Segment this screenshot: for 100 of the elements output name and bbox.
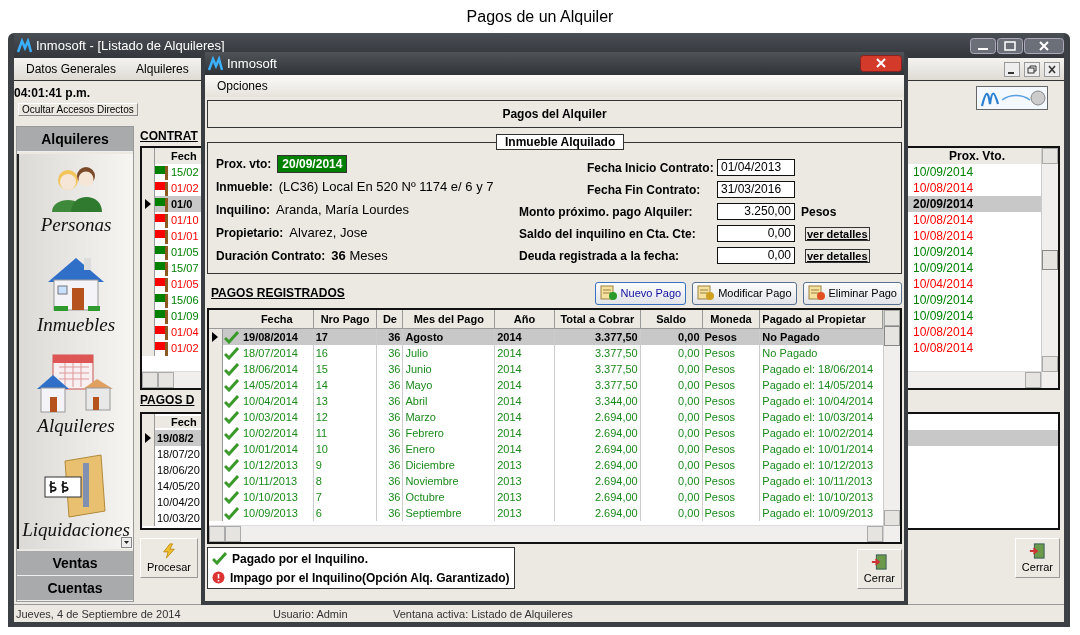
table-cell: 0,00: [640, 457, 703, 473]
field-value: Aranda, María Lourdes: [276, 202, 409, 217]
table-cell-text: Pagado el: 18/06/2014: [761, 362, 875, 377]
table-cell: 36: [377, 329, 404, 345]
table-cell: 0,00: [640, 489, 703, 505]
table-cell-text: 01/02: [170, 342, 200, 354]
field-label: Prox. vto:: [216, 156, 272, 171]
table-cell: 10/03/2014: [240, 409, 314, 425]
table-cell: 0,00: [640, 377, 703, 393]
status-text: Ventana activa: Listado de Alquileres: [393, 607, 573, 620]
table-cell: Pesos: [702, 345, 761, 361]
table-cell-text: Pagado el: 10/01/2014: [761, 442, 875, 457]
table-cell: Pesos: [702, 457, 761, 473]
table-cell: 2014: [495, 425, 555, 441]
table-cell: Pesos: [702, 441, 761, 457]
table-cell: 2.694,00: [554, 473, 641, 489]
table-cell-text: Pagado el: 10/10/2013: [761, 490, 875, 505]
table-cell: 2013: [495, 473, 555, 489]
field-value: 36 Meses: [331, 248, 388, 263]
value-field: 0,00: [717, 225, 795, 242]
field-label: Fecha Inicio Contrato:: [586, 160, 715, 175]
table-cell: 36: [377, 425, 404, 441]
table-cell-text: 10/04/20: [156, 496, 201, 508]
table-cell: Mayo: [403, 377, 496, 393]
table-cell: 15: [313, 361, 378, 377]
table-cell: Pesos: [702, 393, 761, 409]
table-cell: 2013: [495, 489, 555, 505]
table-cell-text: Pagado el: 10/04/2014: [761, 394, 875, 409]
legend-label: Pagado por el Inquilino.: [232, 551, 368, 566]
table-cell: 0,00: [640, 505, 703, 521]
table-cell: 3.377,50: [554, 345, 641, 361]
value-field: 0,00: [717, 247, 795, 264]
table-cell-text: 01/09: [170, 310, 200, 322]
table-cell: 10/12/2013: [240, 457, 314, 473]
table-cell-text: 14/05/20: [156, 480, 201, 492]
section-title: PAGOS REGISTRADOS: [211, 285, 345, 302]
window-title: Inmosoft: [227, 56, 277, 71]
table-cell: Pesos: [702, 409, 761, 425]
status-text: Usuario: Admin: [273, 607, 349, 620]
table-cell: 36: [377, 473, 404, 489]
table-cell: Pesos: [702, 473, 761, 489]
field-label: Monto próximo. pago Alquiler:: [519, 204, 694, 219]
table-cell: Noviembre: [403, 473, 496, 489]
table-cell: 10/01/2014: [240, 441, 314, 457]
legend-label: Impago por el Inquilino(Opción Alq. Garantizado): [230, 570, 510, 585]
table-cell: 18/07/2014: [240, 345, 314, 361]
table-cell-text: 19/08/2: [156, 432, 195, 444]
field-value: (LC36) Local En 520 Nº 1174 e/ 6 y 7: [278, 179, 494, 194]
table-cell-text: No Pagado: [761, 330, 821, 345]
table-cell-text: 01/0: [170, 198, 194, 210]
table-cell: 10/09/2013: [240, 505, 314, 521]
table-cell: 2.694,00: [554, 505, 641, 521]
value-field: 3.250,00: [717, 203, 795, 220]
table-cell: 2014: [495, 393, 555, 409]
table-cell-text: No Pagado: [761, 346, 819, 361]
table-cell-text: 10/03/20: [156, 512, 201, 524]
table-cell: 36: [377, 409, 404, 425]
table-cell: 7: [313, 489, 378, 505]
field-label: Inquilino:: [216, 202, 270, 217]
table-cell: Pesos: [702, 361, 761, 377]
table-cell: Pesos: [702, 489, 761, 505]
table-cell: 2.694,00: [554, 489, 641, 505]
table-cell: Febrero: [403, 425, 496, 441]
table-cell: 14/05/2014: [240, 377, 314, 393]
table-cell: 36: [377, 505, 404, 521]
table-cell-text: Pagado el: 14/05/2014: [761, 378, 875, 393]
table-cell-text: Pagado el: 10/03/2014: [761, 410, 875, 425]
field-label: Fecha Fin Contrato:: [586, 182, 702, 197]
table-cell: Octubre: [403, 489, 496, 505]
table-cell: Enero: [403, 441, 496, 457]
table-cell: 6: [313, 505, 378, 521]
table-cell-text: 15/06: [170, 294, 200, 306]
table-cell: Pesos: [702, 505, 761, 521]
table-cell: 10/10/2013: [240, 489, 314, 505]
table-cell: 8: [313, 473, 378, 489]
table-cell-text: Pagado el: 10/11/2013: [761, 474, 874, 489]
table-cell: 36: [377, 361, 404, 377]
table-cell-text: 01/04: [170, 326, 200, 338]
table-cell: 16: [313, 345, 378, 361]
table-cell: 18/06/2014: [240, 361, 314, 377]
section-title: CONTRAT: [140, 128, 198, 145]
table-cell: 3.377,50: [554, 329, 641, 345]
table-cell-text: Pagado el: 10/09/2013: [761, 506, 875, 521]
table-cell: 0,00: [640, 329, 703, 345]
table-cell-text: 01/01: [170, 230, 200, 242]
table-cell: 3.344,00: [554, 393, 641, 409]
field-label: Propietario:: [216, 225, 284, 240]
clock-text: 04:01:41 p.m.: [14, 86, 92, 100]
table-cell: 36: [377, 489, 404, 505]
table-cell: Pesos: [702, 425, 761, 441]
table-cell: 10/04/2014: [240, 393, 314, 409]
table-cell-text: 18/06/20: [156, 464, 201, 476]
table-cell: 2014: [495, 329, 555, 345]
table-cell: 2014: [495, 361, 555, 377]
date-badge: 20/09/2014: [277, 154, 348, 173]
page-title: Pagos de un Alquiler: [465, 7, 615, 27]
section-title: PAGOS D: [140, 392, 195, 409]
table-cell: 2.694,00: [554, 457, 641, 473]
table-cell: Pesos: [702, 377, 761, 393]
table-cell: 0,00: [640, 473, 703, 489]
